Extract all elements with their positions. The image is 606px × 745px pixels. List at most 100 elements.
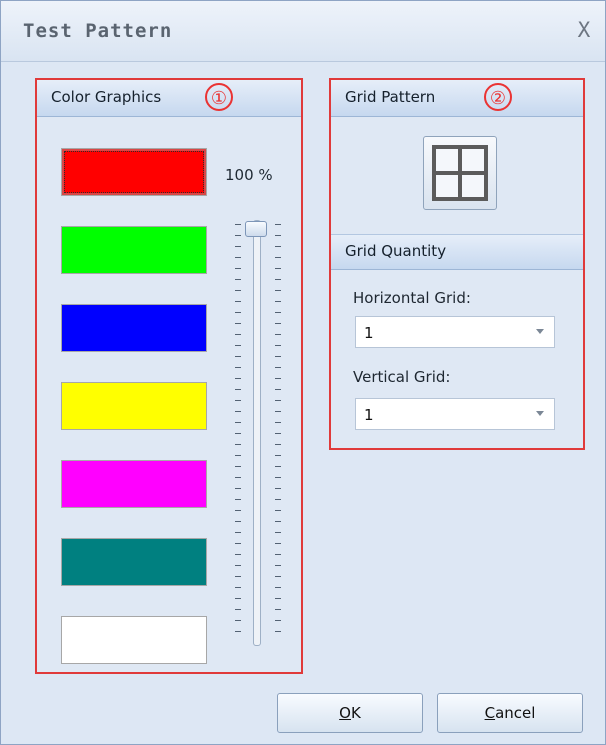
window-title: Test Pattern bbox=[23, 20, 173, 42]
callout-badge-2: ② bbox=[484, 83, 512, 111]
slider-tick bbox=[235, 235, 241, 236]
slider-tick bbox=[275, 433, 281, 434]
slider-tick bbox=[235, 224, 241, 225]
grid-pattern-title: Grid Pattern bbox=[345, 88, 436, 106]
slider-tick bbox=[235, 444, 241, 445]
slider-tick bbox=[235, 510, 241, 511]
slider-tick bbox=[235, 565, 241, 566]
test-pattern-window: Test Pattern X Color Graphics ① 100 % Gr… bbox=[0, 0, 606, 745]
color-swatch-teal[interactable] bbox=[61, 538, 207, 586]
slider-tick bbox=[275, 323, 281, 324]
slider-tick bbox=[275, 422, 281, 423]
slider-tick bbox=[275, 389, 281, 390]
slider-tick bbox=[235, 499, 241, 500]
horizontal-grid-label: Horizontal Grid: bbox=[353, 289, 471, 307]
slider-tick bbox=[275, 455, 281, 456]
slider-tick bbox=[275, 466, 281, 467]
callout-badge-1: ① bbox=[205, 83, 233, 111]
title-bar: Test Pattern X bbox=[1, 1, 605, 62]
color-graphics-panel: Color Graphics ① 100 % bbox=[35, 78, 303, 674]
color-graphics-title: Color Graphics bbox=[51, 88, 162, 106]
slider-tick bbox=[235, 356, 241, 357]
chevron-down-icon bbox=[536, 329, 544, 334]
color-swatch-blue[interactable] bbox=[61, 304, 207, 352]
slider-tick bbox=[235, 554, 241, 555]
slider-tick bbox=[275, 521, 281, 522]
slider-tick bbox=[235, 290, 241, 291]
slider-tick bbox=[275, 510, 281, 511]
slider-tick bbox=[275, 279, 281, 280]
slider-tick bbox=[235, 422, 241, 423]
color-swatch-yellow[interactable] bbox=[61, 382, 207, 430]
grid-quantity-header: Grid Quantity bbox=[331, 234, 583, 270]
slider-tick bbox=[275, 246, 281, 247]
slider-tick bbox=[235, 345, 241, 346]
slider-tick bbox=[275, 477, 281, 478]
slider-tick bbox=[235, 279, 241, 280]
slider-tick bbox=[235, 620, 241, 621]
intensity-slider-track[interactable] bbox=[253, 220, 261, 646]
grid-pattern-button[interactable] bbox=[423, 136, 497, 210]
slider-tick bbox=[235, 477, 241, 478]
horizontal-grid-dropdown[interactable]: 1 bbox=[355, 316, 555, 348]
slider-tick bbox=[275, 532, 281, 533]
slider-tick bbox=[275, 576, 281, 577]
slider-tick bbox=[235, 598, 241, 599]
slider-tick bbox=[275, 257, 281, 258]
slider-tick bbox=[235, 389, 241, 390]
slider-tick bbox=[275, 631, 281, 632]
slider-tick bbox=[275, 345, 281, 346]
slider-tick bbox=[235, 488, 241, 489]
slider-tick bbox=[235, 433, 241, 434]
slider-tick bbox=[275, 367, 281, 368]
slider-tick bbox=[275, 488, 281, 489]
color-graphics-header: Color Graphics ① bbox=[37, 80, 301, 117]
slider-tick bbox=[235, 268, 241, 269]
slider-tick bbox=[275, 378, 281, 379]
slider-tick bbox=[275, 301, 281, 302]
cancel-button[interactable]: Cancel bbox=[437, 693, 583, 733]
slider-tick bbox=[275, 554, 281, 555]
vertical-grid-value: 1 bbox=[364, 406, 374, 424]
slider-tick bbox=[235, 587, 241, 588]
slider-tick bbox=[235, 521, 241, 522]
slider-tick bbox=[275, 609, 281, 610]
slider-tick bbox=[235, 609, 241, 610]
slider-tick bbox=[275, 235, 281, 236]
slider-tick bbox=[275, 620, 281, 621]
ok-button[interactable]: OK bbox=[277, 693, 423, 733]
slider-tick bbox=[275, 565, 281, 566]
grid-pattern-header: Grid Pattern ② bbox=[331, 80, 583, 117]
slider-tick bbox=[235, 400, 241, 401]
color-swatch-green[interactable] bbox=[61, 226, 207, 274]
slider-tick bbox=[235, 301, 241, 302]
intensity-percent: 100 % bbox=[225, 166, 273, 184]
slider-tick bbox=[275, 334, 281, 335]
slider-tick bbox=[275, 290, 281, 291]
slider-tick bbox=[275, 598, 281, 599]
color-swatch-red[interactable] bbox=[61, 148, 207, 196]
slider-tick bbox=[235, 543, 241, 544]
grid-icon bbox=[432, 145, 488, 201]
slider-tick bbox=[275, 411, 281, 412]
intensity-slider-thumb[interactable] bbox=[245, 221, 267, 237]
grid-quantity-title: Grid Quantity bbox=[345, 242, 447, 260]
slider-tick bbox=[235, 455, 241, 456]
slider-tick bbox=[275, 587, 281, 588]
slider-tick bbox=[235, 323, 241, 324]
slider-tick bbox=[275, 444, 281, 445]
slider-tick bbox=[235, 334, 241, 335]
vertical-grid-dropdown[interactable]: 1 bbox=[355, 398, 555, 430]
slider-tick bbox=[235, 257, 241, 258]
color-swatch-white[interactable] bbox=[61, 616, 207, 664]
close-button[interactable]: X bbox=[569, 15, 599, 45]
slider-tick bbox=[235, 411, 241, 412]
grid-pattern-panel: Grid Pattern ② Grid Quantity Horizontal … bbox=[329, 78, 585, 450]
horizontal-grid-value: 1 bbox=[364, 324, 374, 342]
vertical-grid-label: Vertical Grid: bbox=[353, 368, 451, 386]
color-swatch-magenta[interactable] bbox=[61, 460, 207, 508]
slider-tick bbox=[235, 532, 241, 533]
slider-tick bbox=[275, 356, 281, 357]
slider-tick bbox=[275, 224, 281, 225]
slider-tick bbox=[235, 246, 241, 247]
